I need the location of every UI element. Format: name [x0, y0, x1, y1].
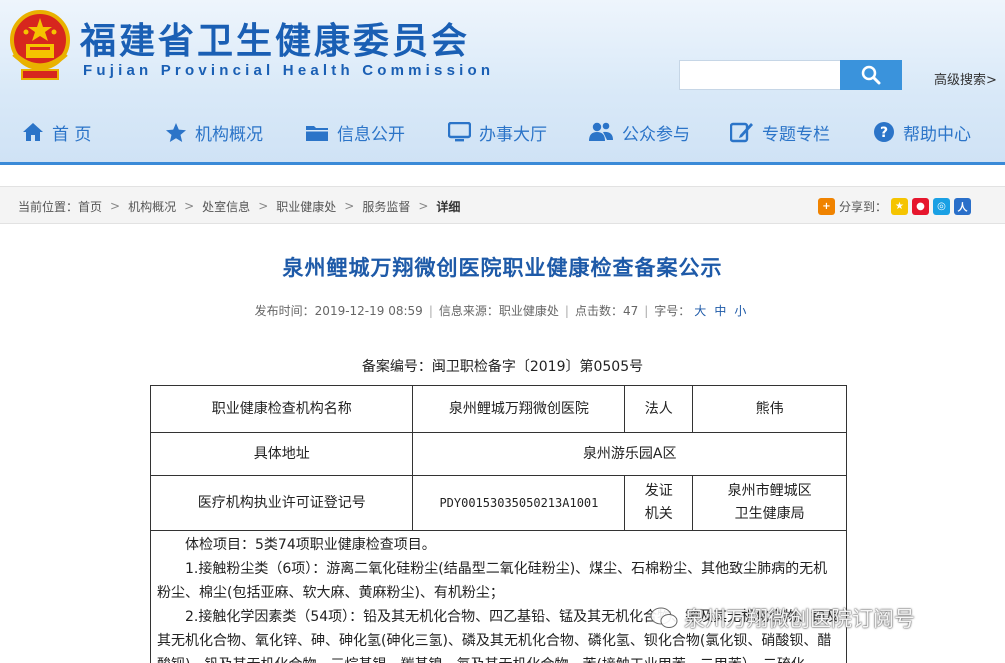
publish-time-label: 发布时间：	[254, 304, 315, 318]
breadcrumb-bar: 当前位置： 首页 > 机构概况 > 处室信息 > 职业健康处 > 服务监督 > …	[0, 186, 1005, 224]
share-bar: + 分享到： ★ ● ◎ 人	[818, 187, 972, 225]
table-cell: 发证 机关	[624, 475, 694, 531]
font-size-large[interactable]: 大	[694, 304, 706, 318]
nav-home[interactable]: 首 页	[22, 112, 91, 152]
share-plus-icon[interactable]: +	[818, 197, 835, 215]
site-title: 福建省卫生健康委员会	[80, 21, 471, 62]
content-paragraph: 1.接触粉尘类（6项）：游离二氧化硅粉尘(结晶型二氧化硅粉尘)、煤尘、石棉粉尘、…	[157, 561, 828, 601]
table-cell: 医疗机构执业许可证登记号	[149, 475, 414, 531]
search-icon	[861, 65, 881, 85]
table-cell: 熊伟	[692, 385, 847, 433]
article-meta: 发布时间：2019-12-19 08:59 | 信息来源：职业健康处 | 点击数：47 |…	[254, 304, 747, 318]
breadcrumb: 当前位置： 首页 > 机构概况 > 处室信息 > 职业健康处 > 服务监督 > …	[18, 187, 460, 225]
tencent-weibo-icon[interactable]: ◎	[933, 197, 951, 215]
content-paragraph: 体检项目：5类74项职业健康检查项目。	[185, 537, 436, 553]
help-icon: ?	[874, 122, 894, 142]
edit-icon	[730, 122, 753, 143]
font-size-medium[interactable]: 中	[714, 304, 726, 318]
nav-label: 办事大厅	[479, 124, 547, 145]
breadcrumb-prefix: 当前位置：	[18, 199, 79, 214]
watermark-text: 泉州万翔微创医院订阅号	[684, 607, 915, 631]
table-cell: 泉州市鲤城区 卫生健康局	[692, 475, 847, 531]
breadcrumb-occupational-health[interactable]: 职业健康处	[276, 198, 336, 215]
nav-special-topics[interactable]: 专题专栏	[730, 112, 830, 152]
nav-public-participation[interactable]: 公众参与	[588, 112, 690, 152]
table-row: 体检项目：5类74项职业健康检查项目。 1.接触粉尘类（6项）：游离二氧化硅粉尘…	[150, 530, 847, 663]
record-number: 备案编号：闽卫职检备字〔2019〕第0505号	[361, 359, 644, 375]
search-input[interactable]	[679, 60, 841, 90]
advanced-search-link[interactable]: 高级搜索>	[934, 69, 997, 88]
header-divider	[0, 162, 1005, 165]
issuer-label-line2: 机关	[644, 506, 673, 522]
qzone-icon[interactable]: ★	[891, 197, 909, 215]
national-emblem-icon	[10, 10, 70, 80]
font-size-label: 字号：	[654, 304, 691, 318]
star-icon	[166, 122, 186, 142]
wechat-watermark: 泉州万翔微创医院订阅号	[650, 603, 915, 633]
nav-label: 信息公开	[337, 124, 405, 145]
breadcrumb-service-supervision[interactable]: 服务监督	[362, 198, 410, 215]
nav-about[interactable]: 机构概况	[165, 112, 263, 152]
table-row: 职业健康检查机构名称 泉州鲤城万翔微创医院 法人 熊伟	[149, 385, 847, 433]
site-header: 福建省卫生健康委员会 Fujian Provincial Health Comm…	[0, 0, 1005, 165]
renren-icon[interactable]: 人	[954, 197, 972, 215]
main-nav: 首 页 机构概况 信息公开 办事大厅 公众参与 专题专栏 ? 帮助中心	[0, 112, 1005, 152]
table-cell: 泉州鲤城万翔微创医院	[412, 385, 626, 433]
click-count: 47	[622, 304, 639, 318]
table-cell: 泉州游乐园A区	[412, 432, 847, 476]
article-title: 泉州鲤城万翔微创医院职业健康检查备案公示	[282, 256, 723, 280]
breadcrumb-separator: >	[418, 199, 429, 213]
breadcrumb-about[interactable]: 机构概况	[128, 198, 176, 215]
share-label: 分享到：	[839, 199, 888, 214]
wechat-icon	[650, 607, 678, 628]
nav-service-hall[interactable]: 办事大厅	[448, 112, 547, 152]
breadcrumb-separator: >	[110, 199, 121, 213]
nav-label: 首 页	[52, 124, 92, 145]
nav-label: 帮助中心	[903, 124, 971, 145]
nav-label: 专题专栏	[762, 124, 830, 145]
breadcrumb-separator: >	[184, 199, 195, 213]
inspection-items-cell: 体检项目：5类74项职业健康检查项目。 1.接触粉尘类（6项）：游离二氧化硅粉尘…	[150, 530, 847, 663]
breadcrumb-separator: >	[258, 199, 269, 213]
folder-icon	[306, 125, 328, 141]
nav-help-center[interactable]: ? 帮助中心	[873, 112, 971, 152]
home-icon	[23, 123, 43, 141]
nav-info-disclosure[interactable]: 信息公开	[305, 112, 405, 152]
breadcrumb-departments[interactable]: 处室信息	[202, 198, 250, 215]
monitor-icon	[448, 122, 471, 142]
site-subtitle: Fujian Provincial Health Commission	[83, 62, 495, 79]
issuer-line2: 卫生健康局	[734, 506, 805, 522]
source: 职业健康处	[498, 304, 559, 318]
search-button[interactable]	[840, 60, 902, 90]
table-cell: 职业健康检查机构名称	[149, 385, 414, 433]
breadcrumb-current: 详细	[436, 199, 461, 214]
publish-time: 2019-12-19 08:59	[314, 304, 423, 318]
table-cell: PDY00153035050213A1001	[412, 475, 626, 531]
nav-label: 公众参与	[622, 124, 690, 145]
breadcrumb-home[interactable]: 首页	[78, 198, 102, 215]
table-cell: 法人	[624, 385, 694, 433]
table-cell: 具体地址	[149, 432, 414, 476]
table-row: 具体地址 泉州游乐园A区	[149, 432, 847, 476]
clicks-label: 点击数：	[574, 304, 623, 318]
issuer-label-line1: 发证	[644, 483, 673, 499]
issuer-line1: 泉州市鲤城区	[727, 483, 812, 499]
source-label: 信息来源：	[438, 304, 499, 318]
svg-text:?: ?	[880, 125, 888, 141]
weibo-icon[interactable]: ●	[912, 197, 930, 215]
nav-label: 机构概况	[195, 124, 263, 145]
table-row: 医疗机构执业许可证登记号 PDY00153035050213A1001 发证机关…	[149, 475, 847, 531]
breadcrumb-separator: >	[344, 199, 355, 213]
font-size-small[interactable]: 小	[734, 304, 746, 318]
users-icon	[589, 122, 613, 141]
